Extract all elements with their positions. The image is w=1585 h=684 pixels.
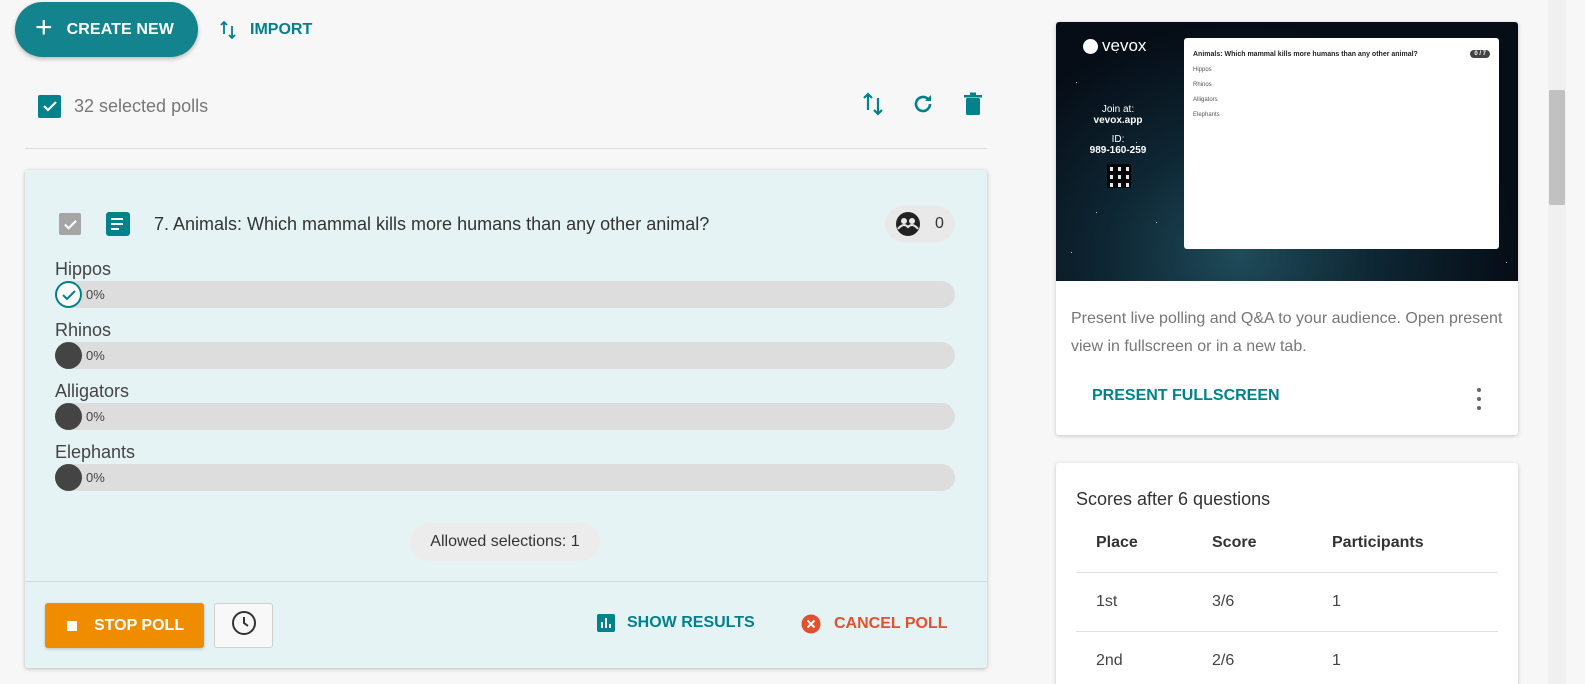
- slide-question-text: Animals: Which mammal kills more humans …: [1193, 50, 1418, 58]
- present-fullscreen-button[interactable]: PRESENT FULLSCREEN: [1092, 387, 1280, 405]
- option-label: Alligators: [55, 381, 130, 401]
- plus-icon: +: [35, 11, 53, 44]
- slide-count-badge: 0 / 7: [1470, 50, 1490, 58]
- poll-option: Hippos 0%: [55, 258, 956, 308]
- slide-question: Animals: Which mammal kills more humans …: [1193, 50, 1490, 58]
- header-participants: Participants: [1332, 534, 1424, 551]
- selected-count-label: 32 selected polls: [74, 95, 209, 116]
- bar-chart-icon: [597, 614, 615, 632]
- participants-icon: [895, 211, 921, 237]
- poll-option: Elephants 0%: [55, 441, 956, 491]
- cell-participants: 1: [1332, 593, 1341, 610]
- create-new-label: CREATE NEW: [66, 20, 174, 38]
- option-label: Elephants: [55, 442, 136, 462]
- preview-slide: Animals: Which mammal kills more humans …: [1184, 38, 1499, 249]
- slide-option: Elephants: [1193, 112, 1220, 118]
- table-divider: [1076, 572, 1498, 573]
- option-dot-icon: [55, 403, 82, 430]
- show-results-button[interactable]: SHOW RESULTS: [597, 614, 755, 632]
- select-all-checkbox[interactable]: [38, 94, 61, 118]
- divider: [25, 148, 987, 149]
- participants-badge: 0: [885, 206, 955, 242]
- option-dot-icon: [55, 342, 82, 369]
- cell-participants: 1: [1332, 652, 1341, 669]
- more-options-icon[interactable]: [1476, 388, 1482, 410]
- sort-icon[interactable]: [860, 91, 886, 117]
- timer-button[interactable]: [214, 603, 273, 648]
- option-bar: 0%: [55, 464, 955, 491]
- slide-option: Alligators: [1193, 97, 1218, 103]
- join-at-label: Join at:: [1101, 104, 1135, 115]
- participant-count: 0: [935, 215, 944, 232]
- scores-title: Scores after 6 questions: [1076, 489, 1271, 509]
- import-button[interactable]: IMPORT: [220, 17, 312, 43]
- poll-option: Rhinos 0%: [55, 319, 956, 369]
- poll-header: 7. Animals: Which mammal kills more huma…: [59, 206, 955, 242]
- option-label: Hippos: [55, 259, 112, 279]
- option-percent: 0%: [86, 348, 105, 363]
- stop-icon: [67, 620, 77, 631]
- present-card: vevox Join at: vevox.app ID: 989-160-259…: [1056, 22, 1518, 435]
- allowed-selections-badge: Allowed selections: 1: [410, 523, 600, 561]
- option-dot-icon: [55, 464, 82, 491]
- cancel-poll-label: CANCEL POLL: [834, 615, 948, 632]
- header-place: Place: [1096, 534, 1138, 551]
- vevox-logo-text: vevox: [1102, 36, 1147, 55]
- option-percent: 0%: [86, 470, 105, 485]
- clock-icon: [231, 610, 257, 641]
- sort-arrows-icon: [220, 21, 236, 39]
- option-bar: 0%: [55, 403, 955, 430]
- cell-place: 2nd: [1096, 652, 1123, 669]
- option-percent: 0%: [86, 409, 105, 424]
- vevox-logo-icon: [1083, 38, 1098, 54]
- refresh-icon[interactable]: [910, 91, 936, 117]
- bulk-actions: [860, 91, 986, 117]
- header-score: Score: [1212, 534, 1257, 551]
- cell-score: 3/6: [1212, 593, 1235, 610]
- poll-title: 7. Animals: Which mammal kills more huma…: [154, 213, 710, 234]
- stop-poll-button[interactable]: STOP POLL: [45, 603, 204, 648]
- show-results-label: SHOW RESULTS: [627, 614, 755, 631]
- slide-option: Rhinos: [1193, 82, 1212, 88]
- option-bar: 0%: [55, 281, 955, 308]
- poll-option: Alligators 0%: [55, 380, 956, 430]
- import-label: IMPORT: [250, 21, 313, 38]
- qr-code-icon: [1107, 164, 1131, 188]
- correct-check-icon: [55, 281, 82, 308]
- id-label: ID:: [1111, 134, 1125, 145]
- delete-icon[interactable]: [960, 91, 986, 117]
- vevox-logo: vevox: [1083, 36, 1146, 56]
- cancel-icon: [801, 614, 821, 634]
- option-percent: 0%: [86, 287, 105, 302]
- create-new-button[interactable]: + CREATE NEW: [15, 2, 198, 57]
- present-description: Present live polling and Q&A to your aud…: [1071, 310, 1503, 355]
- document-icon: [106, 212, 130, 236]
- present-preview[interactable]: vevox Join at: vevox.app ID: 989-160-259…: [1056, 22, 1518, 281]
- slide-option: Hippos: [1193, 67, 1212, 73]
- join-info: Join at: vevox.app ID: 989-160-259: [1078, 104, 1158, 156]
- cell-score: 2/6: [1212, 652, 1235, 669]
- selection-bar: 32 selected polls: [38, 91, 986, 119]
- table-divider: [1076, 631, 1498, 632]
- option-bar: 0%: [55, 342, 955, 369]
- cell-place: 1st: [1096, 593, 1118, 610]
- stop-poll-label: STOP POLL: [94, 616, 185, 634]
- join-url: vevox.app: [1093, 115, 1143, 126]
- session-id: 989-160-259: [1089, 145, 1147, 156]
- scores-card: Scores after 6 questions Place Score Par…: [1056, 463, 1518, 684]
- poll-card: 7. Animals: Which mammal kills more huma…: [25, 170, 987, 668]
- poll-checkbox[interactable]: [59, 213, 81, 235]
- poll-footer-divider: [25, 581, 987, 582]
- option-label: Rhinos: [55, 320, 112, 340]
- scrollbar-thumb[interactable]: [1549, 90, 1565, 205]
- cancel-poll-button[interactable]: CANCEL POLL: [801, 614, 947, 634]
